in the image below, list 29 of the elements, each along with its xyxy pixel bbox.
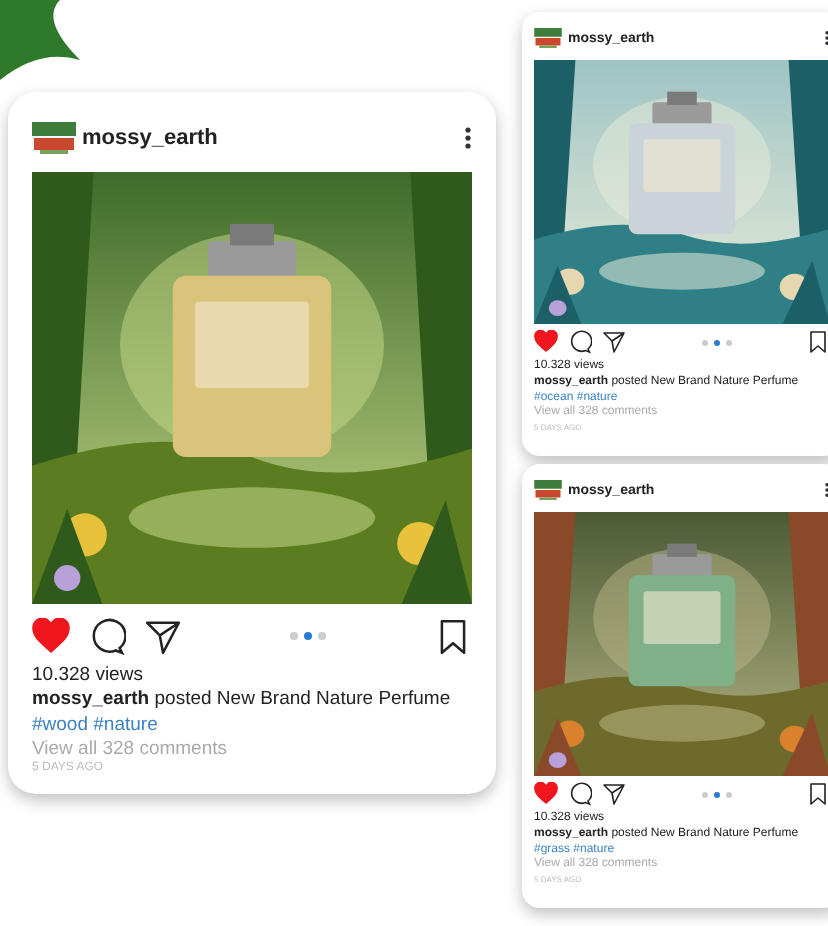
carousel-dot[interactable] <box>290 632 298 640</box>
logo-icon <box>534 28 562 48</box>
heart-icon[interactable] <box>534 782 558 806</box>
comment-icon[interactable] <box>568 330 592 354</box>
logo-icon <box>32 122 76 154</box>
more-icon[interactable] <box>464 126 472 150</box>
hashtags[interactable]: #wood #nature <box>32 713 472 739</box>
bookmark-icon[interactable] <box>806 782 828 806</box>
comment-icon[interactable] <box>88 617 126 655</box>
carousel-dot[interactable] <box>713 791 719 797</box>
views-count: 10.328 views <box>32 664 145 689</box>
carousel-dot[interactable] <box>304 632 312 640</box>
carousel-dot[interactable] <box>701 791 707 797</box>
send-icon[interactable] <box>144 617 182 655</box>
carousel-dot[interactable] <box>713 339 719 345</box>
carousel-dot[interactable] <box>725 339 731 345</box>
send-icon[interactable] <box>602 782 626 806</box>
carousel-dot[interactable] <box>725 791 731 797</box>
send-icon[interactable] <box>602 330 626 354</box>
heart-icon[interactable] <box>534 330 558 354</box>
logo-icon <box>534 480 562 500</box>
bookmark-icon[interactable] <box>806 330 828 354</box>
username[interactable]: mossy_earth <box>82 126 458 150</box>
carousel-dot[interactable] <box>701 339 707 345</box>
view-comments-link[interactable]: View all 328 comments <box>32 738 472 763</box>
caption: mossy_earth posted New Brand Nature Perfume <box>32 688 453 714</box>
heart-icon[interactable] <box>32 617 70 655</box>
carousel-dot[interactable] <box>318 632 326 640</box>
comment-icon[interactable] <box>568 782 592 806</box>
